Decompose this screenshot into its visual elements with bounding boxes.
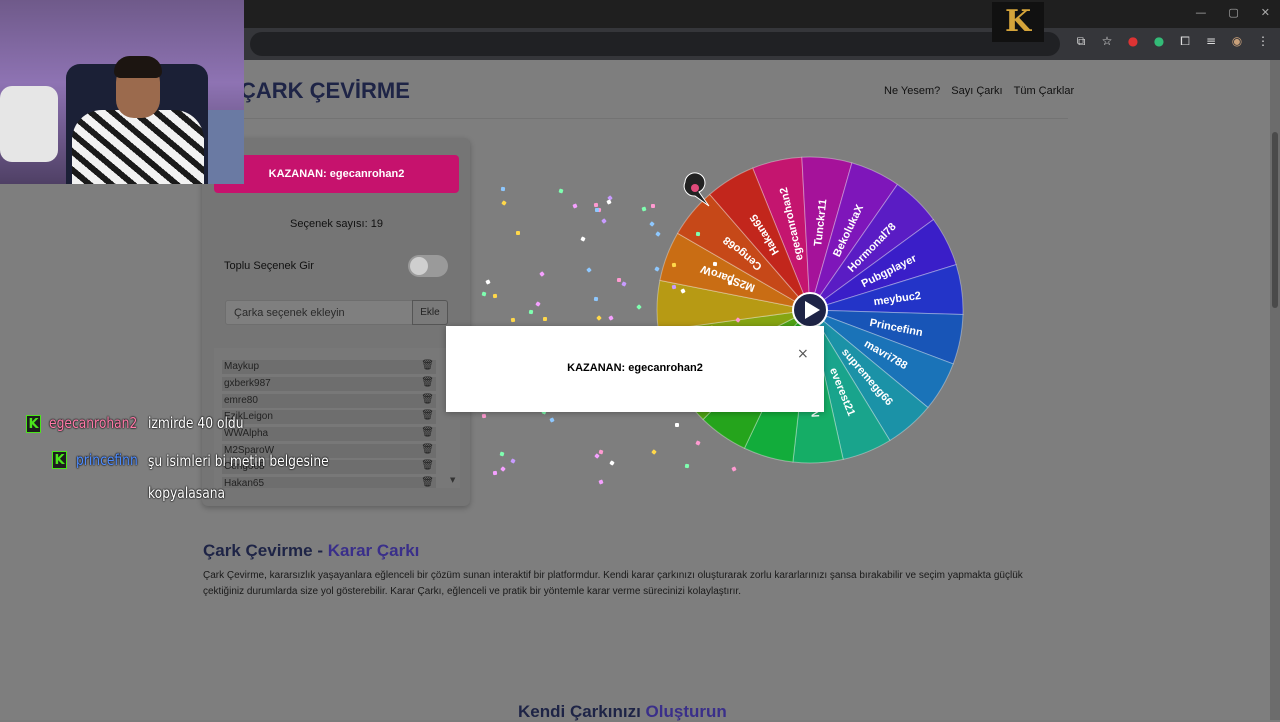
chat-username: princefinn	[76, 451, 138, 469]
list-item-label: Hakan65	[224, 478, 265, 488]
confetti-piece	[528, 309, 534, 315]
list-item-label: emre80	[224, 395, 258, 406]
trash-icon[interactable]: 🗑	[421, 377, 434, 388]
reading-list-icon[interactable]: ≡	[1204, 34, 1218, 49]
list-item: Hakan65 🗑	[222, 477, 436, 488]
confetti-piece	[675, 422, 680, 427]
webcam-overlay	[0, 0, 244, 184]
nav-link-sayi-carki[interactable]: Sayı Çarkı	[951, 85, 1002, 97]
chat-message: princefinn	[76, 451, 138, 469]
minimize-icon[interactable]: —	[1195, 6, 1206, 19]
site-title[interactable]: ÇARK ÇEVİRME	[240, 78, 410, 104]
toolbar-icons: ⧉ ☆ ● ● ⧠ ≡ ◉ ⋮	[1074, 34, 1270, 49]
spin-button[interactable]	[792, 292, 828, 328]
extension-red-icon[interactable]: ●	[1126, 34, 1140, 49]
trash-icon[interactable]: 🗑	[421, 427, 434, 438]
trash-icon[interactable]: 🗑	[421, 460, 434, 471]
list-item-label: gxberk987	[224, 378, 271, 389]
chat-badge-icon: K	[26, 415, 41, 433]
chat-message-text: şu isimleri bi metin belgesine	[148, 452, 329, 470]
list-scroll-arrow-icon[interactable]: ▼	[450, 476, 455, 484]
close-icon[interactable]: ×	[797, 346, 809, 362]
confetti-piece	[594, 296, 599, 302]
add-option-input[interactable]	[225, 300, 413, 325]
cam-person-shirt	[72, 110, 204, 184]
close-window-icon[interactable]: ✕	[1261, 6, 1270, 19]
winner-banner: KAZANAN: egecanrohan2	[214, 155, 459, 193]
trash-icon[interactable]: 🗑	[421, 394, 434, 405]
profile-avatar-icon[interactable]: ◉	[1230, 34, 1244, 49]
chat-message: egecanrohan2	[49, 414, 137, 432]
nav-link-tum-carklar[interactable]: Tüm Çarklar	[1014, 85, 1075, 97]
winner-modal-text: KAZANAN: egecanrohan2	[567, 362, 703, 374]
confetti-piece	[650, 203, 655, 208]
trash-icon[interactable]: 🗑	[421, 410, 434, 421]
trash-icon[interactable]: 🗑	[421, 360, 434, 371]
stream-logo: K	[992, 2, 1044, 42]
spin-wheel[interactable]: egecanrohan2 Tunckr11 BekolukaXHormonal78P…	[655, 150, 965, 470]
add-option-button[interactable]: Ekle	[412, 300, 448, 325]
intro-paragraph: Çark Çevirme, kararsızlık yaşayanlara eğ…	[203, 570, 1023, 597]
list-item-label: Maykup	[224, 361, 260, 372]
list-item: Maykup 🗑	[222, 360, 436, 375]
chat-username: egecanrohan2	[49, 414, 138, 432]
cast-icon[interactable]: ⧉	[1074, 34, 1088, 49]
section-title: Çark Çevirme - Karar Çarkı	[203, 541, 420, 560]
list-item: EzikLeigon 🗑	[222, 410, 436, 425]
list-item: WWAlpha 🗑	[222, 427, 436, 442]
bulk-entry-label: Toplu Seçenek Gir	[224, 260, 314, 272]
address-bar[interactable]	[250, 32, 1060, 56]
header-divider	[240, 118, 1068, 119]
confetti-piece	[671, 284, 677, 290]
window-controls: — ▢ ✕	[1195, 6, 1270, 19]
menu-kebab-icon[interactable]: ⋮	[1256, 34, 1270, 49]
list-item: gxberk987 🗑	[222, 377, 436, 392]
maximize-icon[interactable]: ▢	[1228, 6, 1238, 19]
winner-modal: KAZANAN: egecanrohan2 ×	[446, 326, 824, 412]
confetti-piece	[712, 261, 718, 267]
option-count: Seçenek sayısı: 19	[290, 218, 383, 230]
scrollbar-thumb[interactable]	[1272, 132, 1278, 308]
bookmark-star-icon[interactable]: ☆	[1100, 34, 1114, 49]
confetti-piece	[671, 262, 676, 267]
list-item: emre80 🗑	[222, 394, 436, 409]
extension-green-icon[interactable]: ●	[1152, 34, 1166, 49]
chat-message-text: izmirde 40 oldu	[148, 414, 244, 432]
confetti-piece	[481, 291, 487, 296]
section-title-2: Kendi Çarkınızı Oluşturun	[518, 702, 727, 721]
chat-badge-icon: K	[52, 451, 67, 469]
confetti-piece	[684, 463, 689, 468]
confetti-piece	[695, 232, 701, 237]
cam-person-hair	[114, 56, 162, 78]
bulk-entry-toggle[interactable]	[408, 255, 448, 277]
confetti-piece	[492, 470, 498, 476]
nav-link-ne-yesem[interactable]: Ne Yesem?	[884, 85, 940, 97]
cam-car-object	[0, 86, 58, 162]
confetti-piece	[594, 207, 599, 212]
trash-icon[interactable]: 🗑	[421, 477, 434, 488]
confetti-piece	[515, 231, 520, 236]
trash-icon[interactable]: 🗑	[421, 444, 434, 455]
page-scrollbar[interactable]	[1270, 60, 1280, 720]
extensions-puzzle-icon[interactable]: ⧠	[1178, 34, 1192, 49]
main-nav: Ne Yesem? Sayı Çarkı Tüm Çarklar	[884, 85, 1074, 97]
chat-message-text: kopyalasana	[148, 484, 226, 502]
confetti-piece	[617, 277, 622, 282]
wheel-pointer-icon	[683, 172, 710, 207]
confetti-piece	[501, 186, 506, 191]
toggle-knob	[410, 257, 428, 275]
